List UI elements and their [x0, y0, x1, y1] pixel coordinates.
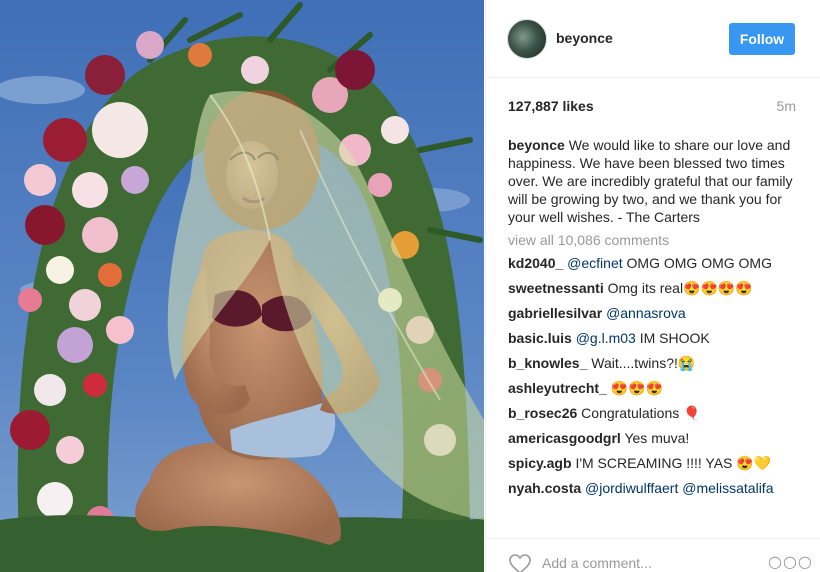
comment-row: nyah.costa @jordiwulffaert @melissatalif… — [508, 479, 804, 497]
comment-username[interactable]: b_rosec26 — [508, 405, 577, 421]
comment-text: IM SHOOK — [635, 330, 710, 346]
comment-username[interactable]: sweetnessanti — [508, 280, 604, 296]
comment-username[interactable]: nyah.costa — [508, 480, 581, 496]
comment-mention[interactable]: @g.l.m03 — [576, 330, 636, 346]
comment-username[interactable]: basic.luis — [508, 330, 572, 346]
post-header: beyonce Follow — [486, 0, 820, 78]
post-detail-panel: beyonce Follow 127,887 likes 5m beyonce … — [485, 0, 820, 572]
view-all-comments-link[interactable]: view all 10,086 comments — [508, 231, 804, 249]
comment-text: OMG OMG OMG OMG — [622, 255, 772, 271]
comment-row: americasgoodgrl Yes muva! — [508, 429, 804, 447]
avatar[interactable] — [507, 19, 547, 59]
comment-text: 😍😍😍 — [610, 380, 664, 396]
more-options-icon[interactable]: ○○○ — [768, 554, 813, 570]
likes-row: 127,887 likes 5m — [508, 98, 796, 116]
comment-row: sweetnessanti Omg its real😍😍😍😍 — [508, 279, 804, 297]
comment-username[interactable]: spicy.agb — [508, 455, 572, 471]
comment-mention[interactable]: @ecfinet — [567, 255, 622, 271]
follow-button[interactable]: Follow — [729, 23, 795, 55]
comment-row: ashleyutrecht_ 😍😍😍 — [508, 379, 804, 397]
comments-list: beyonce We would like to share our love … — [508, 136, 804, 528]
heart-icon[interactable] — [508, 553, 532, 572]
post-caption: beyonce We would like to share our love … — [508, 136, 804, 226]
comment-row: basic.luis @g.l.m03 IM SHOOK — [508, 329, 804, 347]
comment-mention[interactable]: @jordiwulffaert @melissatalifa — [585, 480, 773, 496]
comment-row: b_knowles_ Wait....twins?!😭 — [508, 354, 804, 372]
comment-row: spicy.agb I'M SCREAMING !!!! YAS 😍💛 — [508, 454, 804, 472]
comment-row: b_rosec26 Congratulations 🎈 — [508, 404, 804, 422]
comment-row: kd2040_ @ecfinet OMG OMG OMG OMG — [508, 254, 804, 272]
likes-count[interactable]: 127,887 likes — [508, 98, 594, 114]
add-comment-input[interactable] — [542, 553, 742, 572]
comment-username[interactable]: gabriellesilvar — [508, 305, 602, 321]
comment-username[interactable]: americasgoodgrl — [508, 430, 621, 446]
post-photo-image — [0, 0, 484, 572]
post-timestamp[interactable]: 5m — [777, 98, 796, 114]
comment-text: Congratulations 🎈 — [581, 405, 701, 421]
comment-text: Wait....twins?!😭 — [591, 355, 696, 371]
comment-row: gabriellesilvar @annasrova — [508, 304, 804, 322]
caption-username[interactable]: beyonce — [508, 137, 565, 153]
comment-username[interactable]: b_knowles_ — [508, 355, 587, 371]
username-link[interactable]: beyonce — [556, 30, 613, 46]
comment-username[interactable]: kd2040_ — [508, 255, 563, 271]
add-comment-bar: ○○○ — [486, 538, 820, 572]
comment-items: kd2040_ @ecfinet OMG OMG OMG OMG sweetnes… — [508, 254, 804, 497]
comment-username[interactable]: ashleyutrecht_ — [508, 380, 607, 396]
comment-mention[interactable]: @annasrova — [606, 305, 686, 321]
comment-text: Omg its real😍😍😍😍 — [607, 280, 753, 296]
post-photo[interactable] — [0, 0, 484, 572]
comment-text: I'M SCREAMING !!!! YAS 😍💛 — [575, 455, 772, 471]
comment-text: Yes muva! — [624, 430, 690, 446]
